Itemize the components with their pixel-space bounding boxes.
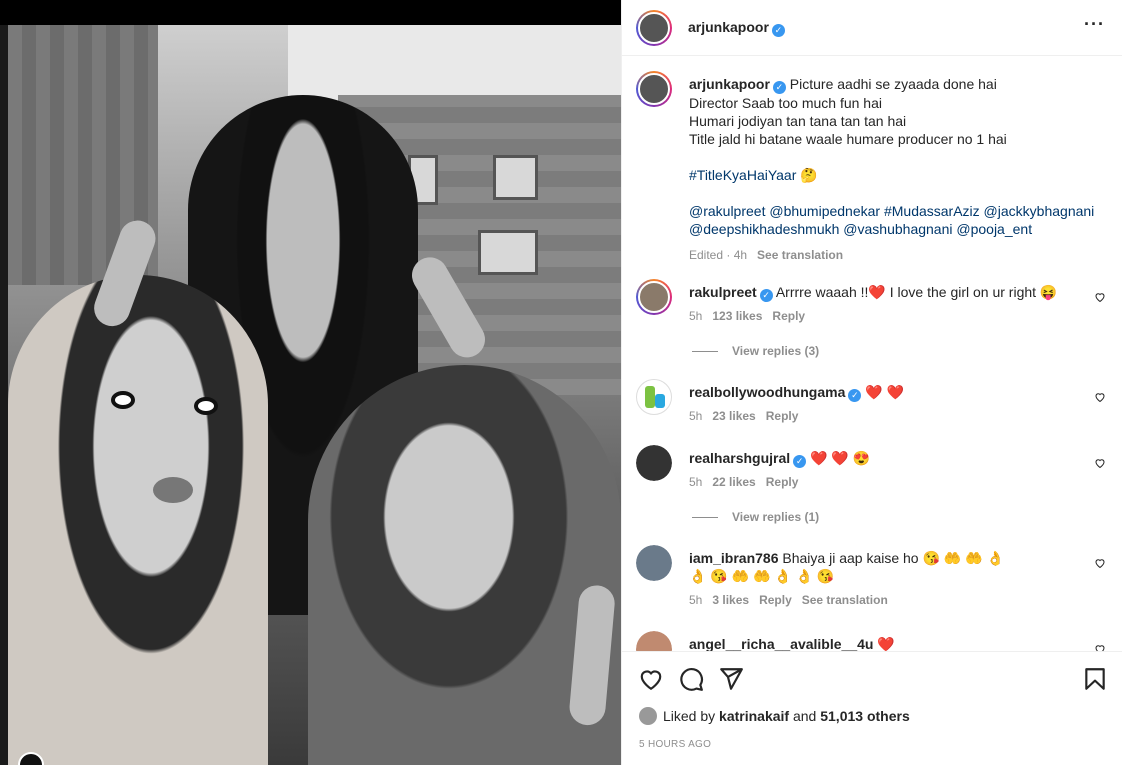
comment-avatar[interactable] (636, 631, 672, 651)
comment-time: 5h (689, 593, 703, 607)
likes-summary: Liked by katrinakaif and 51,013 others (639, 707, 910, 725)
post-side-panel: arjunkapoor ✓ ··· arjunkapoor ✓ Picture aa… (621, 0, 1122, 765)
comment-text: ❤️ (877, 636, 895, 651)
post-header: arjunkapoor ✓ ··· (622, 0, 1122, 56)
post-photo[interactable] (8, 25, 621, 765)
comment-text: ❤️ ❤️ 😍 (810, 450, 871, 466)
likes-prefix: Liked by (663, 708, 716, 724)
mentions-line[interactable]: @deepshikhadeshmukh @vashubhagnani @pooj… (689, 220, 1109, 238)
see-translation-link[interactable]: See translation (802, 593, 888, 607)
liker-avatar[interactable] (639, 707, 657, 725)
comment-avatar[interactable] (636, 379, 672, 415)
caption-edited-time: Edited · 4h (689, 248, 748, 262)
reply-button[interactable]: Reply (759, 593, 792, 607)
photo-window (478, 230, 538, 275)
comment-avatar[interactable] (636, 545, 672, 581)
photo-eye (111, 391, 135, 409)
view-replies-button[interactable]: View replies (1) (692, 510, 819, 524)
verified-icon: ✓ (772, 81, 786, 94)
comment-time: 5h (689, 309, 703, 323)
post-timestamp[interactable]: 5 HOURS AGO (639, 739, 711, 750)
comment-heart-icon[interactable] (1094, 643, 1106, 651)
more-options-icon[interactable]: ··· (1084, 14, 1105, 35)
more-horizontal-icon: ··· (1084, 14, 1105, 34)
comment-username[interactable]: realbollywoodhungama (689, 384, 845, 400)
reply-button[interactable]: Reply (766, 475, 799, 489)
comment-time: 5h (689, 409, 703, 423)
send-icon[interactable] (718, 666, 744, 692)
likes-count[interactable]: 51,013 others (820, 708, 910, 724)
thinking-emoji: 🤔 (800, 167, 818, 183)
caption-username[interactable]: arjunkapoor (689, 76, 770, 92)
mentions-line[interactable]: @rakulpreet @bhumipednekar #MudassarAziz… (689, 202, 1109, 220)
bookmark-icon[interactable] (1082, 666, 1108, 692)
comment-avatar[interactable] (636, 279, 672, 315)
comments-scroll[interactable]: arjunkapoor ✓ Picture aadhi se zyaada don… (622, 57, 1122, 651)
comment-text: Arrrre waaah !!❤️ I love the girl on ur … (775, 284, 1058, 300)
comment-heart-icon[interactable] (1094, 557, 1106, 569)
see-translation-link[interactable]: See translation (757, 248, 843, 262)
verified-icon: ✓ (771, 24, 785, 37)
comment-username[interactable]: angel__richa__avalible__4u (689, 636, 873, 651)
hashtag-link[interactable]: #TitleKyaHaiYaar (689, 167, 796, 183)
comment-username[interactable]: rakulpreet (689, 284, 757, 300)
comment-heart-icon[interactable] (1094, 291, 1106, 303)
view-replies-button[interactable]: View replies (3) (692, 344, 819, 358)
author-name-row: arjunkapoor ✓ (688, 19, 785, 37)
reply-button[interactable]: Reply (772, 309, 805, 323)
instagram-post-view: arjunkapoor ✓ ··· arjunkapoor ✓ Picture aa… (0, 0, 1122, 765)
comment-likes[interactable]: 23 likes (712, 409, 755, 423)
comment-avatar[interactable] (636, 445, 672, 481)
comment-likes[interactable]: 123 likes (712, 309, 762, 323)
top-bar (0, 0, 621, 25)
verified-icon: ✓ (793, 455, 807, 468)
liker-username[interactable]: katrinakaif (719, 708, 789, 724)
left-edge (0, 25, 8, 765)
caption: arjunkapoor ✓ Picture aadhi se zyaada don… (689, 75, 1109, 264)
comment-likes[interactable]: 22 likes (712, 475, 755, 489)
photo-person-left (8, 275, 268, 765)
comment-username[interactable]: iam_ibran786 (689, 550, 779, 566)
verified-icon: ✓ (848, 389, 862, 402)
verified-icon: ✓ (759, 289, 773, 302)
author-username[interactable]: arjunkapoor (688, 19, 769, 35)
comment-heart-icon[interactable] (1094, 457, 1106, 469)
photo-lips (153, 477, 193, 503)
reply-button[interactable]: Reply (766, 409, 799, 423)
photo-window (493, 155, 538, 200)
author-avatar[interactable] (636, 10, 672, 46)
comment-heart-icon[interactable] (1094, 391, 1106, 403)
comment-likes[interactable]: 3 likes (712, 593, 749, 607)
comment-time: 5h (689, 475, 703, 489)
comment-icon[interactable] (678, 666, 704, 692)
comment-username[interactable]: realharshgujral (689, 450, 790, 466)
heart-icon[interactable] (638, 666, 664, 692)
likes-middle: and (792, 708, 817, 724)
caption-avatar[interactable] (636, 71, 672, 107)
photo-eye (194, 397, 218, 415)
comment-text: ❤️ ❤️ (865, 384, 905, 400)
